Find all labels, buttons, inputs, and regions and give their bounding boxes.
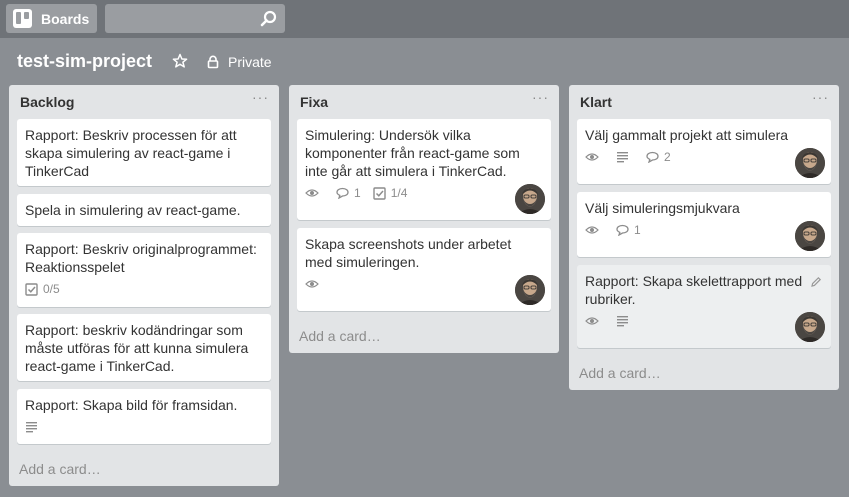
card[interactable]: Rapport: beskriv kodändringar som måste … xyxy=(17,314,271,381)
checklist-badge: 1/4 xyxy=(372,184,408,202)
card-title: Spela in simulering av react-game. xyxy=(25,202,241,218)
card[interactable]: Rapport: Beskriv originalprogrammet: Rea… xyxy=(17,233,271,307)
comments-badge: 2 xyxy=(646,148,671,166)
card[interactable]: Rapport: Skapa skelettrapport med rubrik… xyxy=(577,265,831,348)
list-menu-icon[interactable]: ··· xyxy=(812,89,829,105)
card-badges: 1 1/4 xyxy=(305,185,543,201)
card-title: Rapport: Skapa bild för framsidan. xyxy=(25,397,238,413)
eye-icon xyxy=(585,153,599,161)
card-title: Rapport: beskriv kodändringar som måste … xyxy=(25,322,249,374)
pencil-icon[interactable] xyxy=(810,276,822,288)
board-header: test-sim-project Private xyxy=(0,38,849,84)
card[interactable]: Spela in simulering av react-game. xyxy=(17,194,271,226)
visibility-button[interactable]: Private xyxy=(206,52,272,72)
eye-icon xyxy=(585,317,599,325)
card-badges: 1 xyxy=(585,222,823,238)
watch-badge xyxy=(585,316,604,326)
comment-icon xyxy=(616,224,629,236)
checklist-badge: 0/5 xyxy=(25,280,60,298)
list-menu-icon[interactable]: ··· xyxy=(532,89,549,105)
checklist-count: 1/4 xyxy=(390,186,408,200)
add-card-button[interactable]: Add a card… xyxy=(579,365,661,381)
list-klart: Klart ··· Välj gammalt projekt att simul… xyxy=(569,85,839,390)
list-menu-icon[interactable]: ··· xyxy=(252,89,269,105)
checklist-icon xyxy=(25,282,38,296)
card-title: Skapa screenshots under arbetet med simu… xyxy=(305,236,512,270)
star-icon[interactable] xyxy=(172,53,188,69)
description-icon xyxy=(26,422,37,433)
eye-icon xyxy=(305,189,319,197)
card-badges xyxy=(305,276,543,292)
eye-icon xyxy=(305,280,319,288)
list-header: Fixa ··· xyxy=(289,85,559,117)
comments-count: 2 xyxy=(664,150,671,164)
list-fixa: Fixa ··· Simulering: Undersök vilka komp… xyxy=(289,85,559,353)
card[interactable]: Välj simuleringsmjukvara 1 xyxy=(577,192,831,257)
avatar-image xyxy=(795,312,825,342)
watch-badge xyxy=(305,188,324,198)
card-badges: 2 xyxy=(585,149,823,165)
watch-badge xyxy=(585,152,604,162)
description-badge xyxy=(25,421,43,433)
checklist-count: 0/5 xyxy=(43,282,60,296)
visibility-label: Private xyxy=(228,54,272,70)
member-avatar[interactable] xyxy=(795,312,825,342)
list-header: Backlog ··· xyxy=(9,85,279,117)
card[interactable]: Rapport: Skapa bild för framsidan. xyxy=(17,389,271,444)
watch-badge xyxy=(305,279,324,289)
comment-icon xyxy=(336,187,349,199)
card-title: Rapport: Beskriv originalprogrammet: Rea… xyxy=(25,241,257,275)
comments-count: 1 xyxy=(354,186,361,200)
member-avatar[interactable] xyxy=(795,148,825,178)
list-header: Klart ··· xyxy=(569,85,839,117)
member-avatar[interactable] xyxy=(515,184,545,214)
card[interactable]: Välj gammalt projekt att simulera 2 xyxy=(577,119,831,184)
list-title[interactable]: Klart xyxy=(580,94,612,110)
boards-icon xyxy=(13,9,32,28)
card[interactable]: Rapport: Beskriv processen för att skapa… xyxy=(17,119,271,186)
member-avatar[interactable] xyxy=(515,275,545,305)
eye-icon xyxy=(585,226,599,234)
board-title[interactable]: test-sim-project xyxy=(17,51,152,72)
avatar-image xyxy=(515,184,545,214)
avatar-image xyxy=(795,148,825,178)
member-avatar[interactable] xyxy=(795,221,825,251)
card-title: Rapport: Beskriv processen för att skapa… xyxy=(25,127,237,179)
lock-icon xyxy=(207,55,219,69)
description-badge xyxy=(616,315,634,327)
description-icon xyxy=(617,152,628,163)
card[interactable]: Skapa screenshots under arbetet med simu… xyxy=(297,228,551,311)
watch-badge xyxy=(585,225,604,235)
search-input[interactable] xyxy=(105,4,285,33)
comment-icon xyxy=(646,151,659,163)
card-badges xyxy=(585,313,823,329)
add-card-button[interactable]: Add a card… xyxy=(19,461,101,477)
list-title[interactable]: Fixa xyxy=(300,94,328,110)
comments-badge: 1 xyxy=(336,184,361,202)
search-icon[interactable] xyxy=(260,10,277,27)
top-bar: Boards xyxy=(0,0,849,38)
boards-label: Boards xyxy=(41,10,90,27)
card-title: Simulering: Undersök vilka komponenter f… xyxy=(305,127,520,179)
description-badge xyxy=(616,151,634,163)
description-icon xyxy=(617,316,628,327)
card-badges: 0/5 xyxy=(25,281,263,297)
list-title[interactable]: Backlog xyxy=(20,94,74,110)
card-badges xyxy=(25,419,263,435)
card-title: Välj simuleringsmjukvara xyxy=(585,200,740,216)
checklist-icon xyxy=(372,186,386,200)
add-card-button[interactable]: Add a card… xyxy=(299,328,381,344)
avatar-image xyxy=(515,275,545,305)
comments-count: 1 xyxy=(634,223,641,237)
card-title: Rapport: Skapa skelettrapport med rubrik… xyxy=(585,273,803,307)
card[interactable]: Simulering: Undersök vilka komponenter f… xyxy=(297,119,551,220)
avatar-image xyxy=(795,221,825,251)
list-backlog: Backlog ··· Rapport: Beskriv processen f… xyxy=(9,85,279,486)
boards-button[interactable]: Boards xyxy=(6,4,97,33)
comments-badge: 1 xyxy=(616,221,641,239)
card-title: Välj gammalt projekt att simulera xyxy=(585,127,789,143)
